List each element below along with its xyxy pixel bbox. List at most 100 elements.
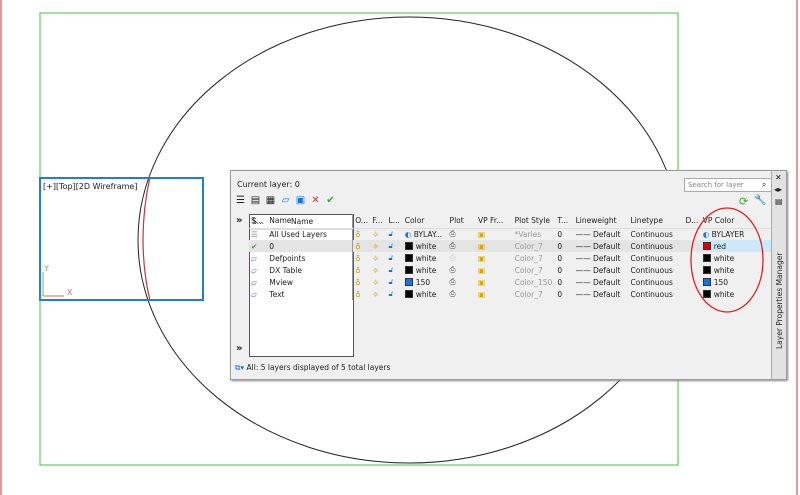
vp-color-cell-text: BYLAYER [711, 229, 745, 239]
unlock-icon[interactable]: 🔓︎ [389, 229, 394, 238]
color-cell: 150 [403, 276, 448, 288]
autohide-icon[interactable]: ◂▸ [774, 185, 782, 194]
column-header[interactable]: S... [249, 214, 268, 229]
color-swatch[interactable] [404, 241, 413, 250]
on-cell: ♁ [353, 252, 371, 264]
all-layers-icon: ☰ [251, 229, 258, 239]
layer-row[interactable]: ☰ All Used Layers ♁ ☼ 🔓︎ ◐ BYLAY... ⎙ ▣ *Varies 0… [249, 228, 772, 240]
sun-icon[interactable]: ☼ [372, 266, 379, 275]
lineweight-cell-text: Default [593, 289, 621, 299]
column-header[interactable]: Lineweight [573, 214, 629, 229]
viewport[interactable] [39, 177, 204, 301]
new-layer-icon[interactable]: ▱ [280, 195, 291, 206]
column-header[interactable]: L... [386, 214, 403, 229]
bulb-icon[interactable]: ♁ [355, 242, 361, 251]
printer-icon[interactable]: ⎙ [450, 229, 456, 238]
column-header[interactable]: Color [402, 214, 448, 229]
vp-color-swatch[interactable] [702, 241, 711, 250]
sun-icon[interactable]: ☼ [372, 242, 379, 251]
lineweight-cell: —— Default [574, 288, 629, 300]
column-header[interactable]: Plot [447, 214, 477, 229]
color-swatch[interactable] [404, 289, 413, 298]
vp-freeze-icon[interactable]: ▣ [478, 266, 485, 275]
vp-freeze-cell: ▣ [476, 288, 513, 300]
sun-icon[interactable]: ☼ [372, 230, 379, 239]
vp-freeze-icon[interactable]: ▣ [478, 290, 485, 299]
printer-icon[interactable]: ⎙ [450, 253, 456, 262]
vp-freeze-icon[interactable]: ▣ [478, 230, 485, 239]
name-cell-text: DX Table [269, 265, 302, 275]
lock-cell: 🔓︎ [387, 288, 403, 300]
layer-row[interactable]: ▱ Text ♁ ☼ 🔓︎ white ⎙ ▣ Color_7 0 —— Default Contin… [249, 288, 772, 300]
expand-icon[interactable]: » [236, 215, 242, 226]
vp-freeze-cell: ▣ [476, 252, 513, 264]
color-swatch[interactable] [404, 265, 413, 274]
vp-color-swatch[interactable] [702, 265, 711, 274]
linetype-cell-text: Continuous [630, 289, 673, 299]
linetype-cell-text: Continuous [630, 277, 673, 287]
group-filter-icon[interactable]: ▤ [250, 195, 261, 206]
freeze-cell: ☼ [370, 240, 387, 252]
column-header[interactable]: F... [370, 214, 387, 229]
layer-row[interactable]: ▱ DX Table ♁ ☼ 🔓︎ white ⎙ ▣ Color_7 0 —— Default Co… [249, 264, 772, 276]
unlock-icon[interactable]: 🔓︎ [389, 253, 394, 262]
transparency-cell: 0 [555, 240, 574, 252]
collapse-icon[interactable]: » [236, 343, 242, 354]
palette-title[interactable]: Layer Properties Manager [772, 251, 787, 351]
unlock-icon[interactable]: 🔓︎ [389, 289, 394, 298]
bulb-icon[interactable]: ♁ [355, 254, 361, 263]
bulb-icon[interactable]: ♁ [355, 290, 361, 299]
vp-freeze-icon[interactable]: ▣ [478, 242, 485, 251]
printer-icon[interactable]: ⎙ [450, 265, 456, 274]
vp-color-swatch[interactable] [702, 253, 711, 262]
vp-color-swatch[interactable] [702, 277, 711, 286]
column-header[interactable]: O... [352, 214, 371, 229]
color-swatch[interactable] [404, 277, 413, 286]
viewport-label[interactable]: [+][Top][2D Wireframe] [43, 182, 137, 191]
close-icon[interactable]: ✕ [775, 173, 782, 182]
state-manager-icon[interactable]: ▦ [265, 195, 276, 206]
layer-row[interactable]: ▱ Mview ♁ ☼ 🔓︎ 150 ⎙ ▣ Color_150 0 —— Default Conti… [249, 276, 772, 288]
unlock-icon[interactable]: 🔓︎ [389, 265, 394, 274]
sun-icon[interactable]: ☼ [372, 278, 379, 287]
new-filter-icon[interactable]: ☰ [235, 195, 246, 206]
printer-icon[interactable]: ⎙ [450, 241, 456, 250]
bulb-icon[interactable]: ♁ [355, 230, 361, 239]
vp-color-swatch[interactable] [702, 289, 711, 298]
transparency-cell: 0 [555, 276, 573, 288]
unlock-icon[interactable]: 🔓︎ [389, 241, 394, 250]
new-vp-frozen-layer-icon[interactable]: ▣ [295, 195, 306, 206]
sun-icon[interactable]: ☼ [372, 290, 379, 299]
column-header[interactable]: Plot Style [512, 214, 556, 229]
bulb-icon[interactable]: ♁ [355, 278, 361, 287]
vp-freeze-icon[interactable]: ▣ [478, 278, 485, 287]
sun-icon[interactable]: ☼ [372, 254, 379, 263]
printer-icon[interactable]: ⎙ [450, 289, 456, 298]
vp-freeze-icon[interactable]: ▣ [478, 254, 485, 263]
unlock-icon[interactable]: 🔓︎ [389, 277, 394, 286]
layer-row[interactable]: ✔ 0 ♁ ☼ 🔓︎ white ⎙ ▣ Color_7 0 —— Default Continuou… [249, 240, 772, 252]
layer-row[interactable]: ▱ Defpoints ♁ ☼ 🔓︎ white ⎙ ▣ Color_7 0 —— Default C… [249, 252, 772, 264]
settings-wrench-icon[interactable]: 🔧 [754, 195, 766, 206]
properties-icon[interactable]: ▤ [775, 197, 783, 206]
column-header[interactable]: T... [555, 214, 574, 229]
column-header[interactable]: Linetype [628, 214, 684, 229]
search-icon[interactable]: ⌕ [762, 180, 766, 190]
column-header[interactable]: VP Fr... [476, 214, 513, 229]
refresh-icon[interactable]: ⟳ [739, 195, 748, 208]
linetype-cell: Continuous [629, 228, 684, 240]
lineweight-cell-text: Default [593, 241, 621, 251]
description-cell [683, 252, 700, 264]
column-header[interactable]: D... [683, 214, 701, 229]
set-current-icon[interactable]: ✔ [325, 195, 336, 206]
delete-layer-icon[interactable]: ✕ [310, 195, 321, 206]
filter-icon[interactable]: ⧉▾ [235, 363, 244, 372]
printer-icon[interactable]: ⎙ [450, 277, 456, 286]
bulb-icon[interactable]: ♁ [355, 266, 361, 275]
column-header[interactable]: Name [267, 214, 354, 229]
layer-icon: ▱ [251, 253, 257, 263]
plot-cell: ⎙ [448, 252, 476, 264]
search-layer-input[interactable]: Search for layer [684, 178, 772, 192]
color-swatch[interactable] [404, 253, 413, 262]
column-header[interactable]: VP Color [700, 214, 772, 229]
